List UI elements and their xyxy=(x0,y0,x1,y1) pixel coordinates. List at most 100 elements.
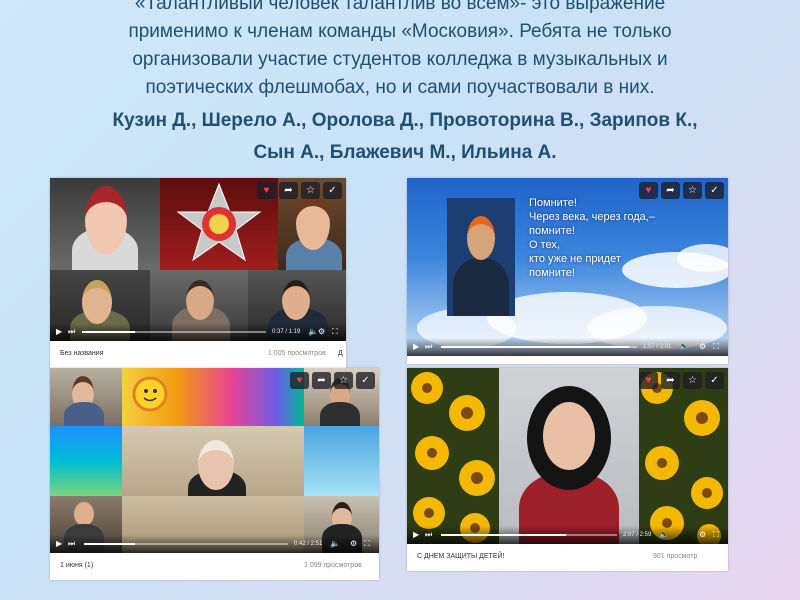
person-figure xyxy=(453,258,509,316)
view-count: 1 099 просмотров xyxy=(304,562,362,569)
video-actions: ♥ ➦ ☆ ✓ xyxy=(290,372,375,389)
photo-portrait xyxy=(447,198,515,316)
video-tile-remember[interactable]: Помните! Через века, через года,– помнит… xyxy=(407,178,728,364)
next-icon[interactable]: ⏭ xyxy=(68,327,75,337)
person-figure xyxy=(296,196,330,250)
gear-icon[interactable]: ⚙ xyxy=(699,342,706,352)
progress-fill xyxy=(441,534,566,536)
video-title[interactable]: 1 июня (1) xyxy=(60,562,93,569)
paragraph-line: поэтических флешмобах, но и сами поучаст… xyxy=(145,77,655,98)
share-icon[interactable]: ➦ xyxy=(661,182,680,199)
cartoon-scene xyxy=(122,368,304,426)
next-icon[interactable]: ⏭ xyxy=(425,342,432,352)
slide-paragraph: «Талантливый человек талантлив во всем»-… xyxy=(20,0,780,102)
gear-icon[interactable]: ⚙ xyxy=(318,327,325,337)
heart-icon[interactable]: ♥ xyxy=(257,182,276,199)
next-icon[interactable]: ⏭ xyxy=(68,539,75,549)
play-icon[interactable]: ▶ xyxy=(56,327,62,337)
progress-bar[interactable] xyxy=(82,331,266,333)
fullscreen-icon[interactable]: ⛶ xyxy=(713,342,719,352)
star-icon[interactable]: ☆ xyxy=(683,182,702,199)
time-display: 0:37 / 1:19 xyxy=(272,329,301,335)
authors-line: Сын А., Блажевич М., Ильина А. xyxy=(253,142,557,163)
video-actions: ♥ ➦ ☆ ✓ xyxy=(639,182,724,199)
progress-bar[interactable] xyxy=(84,543,288,545)
video-footer: 1 июня (1) 1 099 просмотров xyxy=(50,553,379,580)
star-icon[interactable]: ☆ xyxy=(334,372,353,389)
person-figure xyxy=(85,186,127,254)
paragraph-line: организовали участие студентов колледжа … xyxy=(132,49,668,70)
share-icon[interactable]: ➦ xyxy=(312,372,331,389)
paragraph-line: применимо к членам команды «Московия». Р… xyxy=(128,21,672,42)
video-cell xyxy=(50,368,122,426)
poem-line: О тех, xyxy=(529,239,560,251)
star-icon[interactable]: ☆ xyxy=(301,182,320,199)
next-icon[interactable]: ⏭ xyxy=(425,530,432,540)
share-icon[interactable]: ➦ xyxy=(279,182,298,199)
poem-line: помните! xyxy=(529,267,575,279)
view-count: 901 просмотр xyxy=(653,553,698,560)
player-controls: ▶ ⏭ 0:37 / 1:19 🔈 ⚙ ⛶ xyxy=(50,323,346,341)
poem-line: помните! xyxy=(529,225,575,237)
authors-line: Кузин Д., Шерело А., Оролова Д., Провото… xyxy=(112,110,698,131)
star-icon[interactable]: ☆ xyxy=(683,372,702,389)
gear-icon[interactable]: ⚙ xyxy=(699,530,706,540)
share-icon[interactable]: ➦ xyxy=(661,372,680,389)
play-icon[interactable]: ▶ xyxy=(413,530,419,540)
authors-list: Кузин Д., Шерело А., Оролова Д., Провото… xyxy=(40,108,770,166)
fullscreen-icon[interactable]: ⛶ xyxy=(332,327,338,337)
check-icon[interactable]: ✓ xyxy=(323,182,342,199)
video-footer: Без названия 1 005 просмотров Д xyxy=(50,341,346,368)
fullscreen-icon[interactable]: ⛶ xyxy=(364,539,370,549)
player-controls: ▶ ⏭ 0:42 / 2:51 🔈 ⚙ ⛶ xyxy=(50,535,379,553)
fullscreen-icon[interactable]: ⛶ xyxy=(713,530,719,540)
video-tile-victory-day[interactable]: ♥ ➦ ☆ ✓ ▶ ⏭ 0:37 / 1:19 🔈 ⚙ ⛶ Без назван… xyxy=(50,178,346,368)
video-frame[interactable]: ♥ ➦ ☆ ✓ ▶ ⏭ 0:37 / 1:19 🔈 ⚙ ⛶ xyxy=(50,178,346,341)
person-figure xyxy=(543,402,595,470)
poem-line: Через века, через года,– xyxy=(529,211,655,223)
person-figure xyxy=(198,440,234,490)
video-tile-children-day[interactable]: ♥ ➦ ☆ ✓ ▶ ⏭ 2:07 / 2:59 🔈 ⚙ ⛶ С ДНЕМ ЗАЩ… xyxy=(407,368,728,571)
check-icon[interactable]: ✓ xyxy=(356,372,375,389)
heart-icon[interactable]: ♥ xyxy=(639,182,658,199)
progress-fill xyxy=(84,543,135,545)
heart-icon[interactable]: ♥ xyxy=(290,372,309,389)
poem-line: кто уже не придет xyxy=(529,253,621,265)
person-figure xyxy=(82,280,112,324)
video-frame[interactable]: ♥ ➦ ☆ ✓ ▶ ⏭ 2:07 / 2:59 🔈 ⚙ ⛶ xyxy=(407,368,728,544)
person-figure xyxy=(467,216,495,260)
person-figure xyxy=(320,402,360,426)
check-icon[interactable]: ✓ xyxy=(705,372,724,389)
play-icon[interactable]: ▶ xyxy=(413,342,419,352)
volume-icon[interactable]: 🔈 xyxy=(330,539,340,549)
video-cell xyxy=(122,426,304,496)
paragraph-line: «Талантливый человек талантлив во всем»-… xyxy=(134,0,666,14)
volume-icon[interactable]: 🔈 xyxy=(659,530,669,540)
heart-icon[interactable]: ♥ xyxy=(639,372,658,389)
volume-icon[interactable]: 🔈 xyxy=(308,327,318,337)
video-title[interactable]: С ДНЕМ ЗАЩИТЫ ДЕТЕЙ! xyxy=(417,553,504,560)
poem-overlay: Помните! Через века, через года,– помнит… xyxy=(529,196,709,280)
time-display: 1:57 / 2:01 xyxy=(643,344,672,350)
video-frame[interactable]: ♥ ➦ ☆ ✓ ▶ ⏭ 0:42 / 2:51 🔈 ⚙ ⛶ xyxy=(50,368,379,553)
person-figure xyxy=(282,280,310,320)
video-title[interactable]: Без названия xyxy=(60,350,103,357)
progress-bar[interactable] xyxy=(441,534,617,536)
progress-fill xyxy=(82,331,136,333)
progress-bar[interactable] xyxy=(441,346,637,348)
volume-icon[interactable]: 🔈 xyxy=(679,342,689,352)
gear-icon[interactable]: ⚙ xyxy=(350,539,357,549)
time-display: 0:42 / 2:51 xyxy=(294,541,323,547)
time-display: 2:07 / 2:59 xyxy=(623,532,652,538)
video-cell xyxy=(499,368,639,544)
view-count: 1 005 просмотров xyxy=(268,350,326,357)
video-actions: ♥ ➦ ☆ ✓ xyxy=(257,182,342,199)
person-figure xyxy=(74,502,94,526)
video-cell xyxy=(50,426,122,496)
check-icon[interactable]: ✓ xyxy=(705,182,724,199)
video-footer: С ДНЕМ ЗАЩИТЫ ДЕТЕЙ! 901 просмотр xyxy=(407,544,728,571)
sun-icon xyxy=(132,376,168,412)
play-icon[interactable]: ▶ xyxy=(56,539,62,549)
video-frame[interactable]: Помните! Через века, через года,– помнит… xyxy=(407,178,728,356)
video-tile-june-first[interactable]: ♥ ➦ ☆ ✓ ▶ ⏭ 0:42 / 2:51 🔈 ⚙ ⛶ 1 июня (1)… xyxy=(50,368,379,580)
